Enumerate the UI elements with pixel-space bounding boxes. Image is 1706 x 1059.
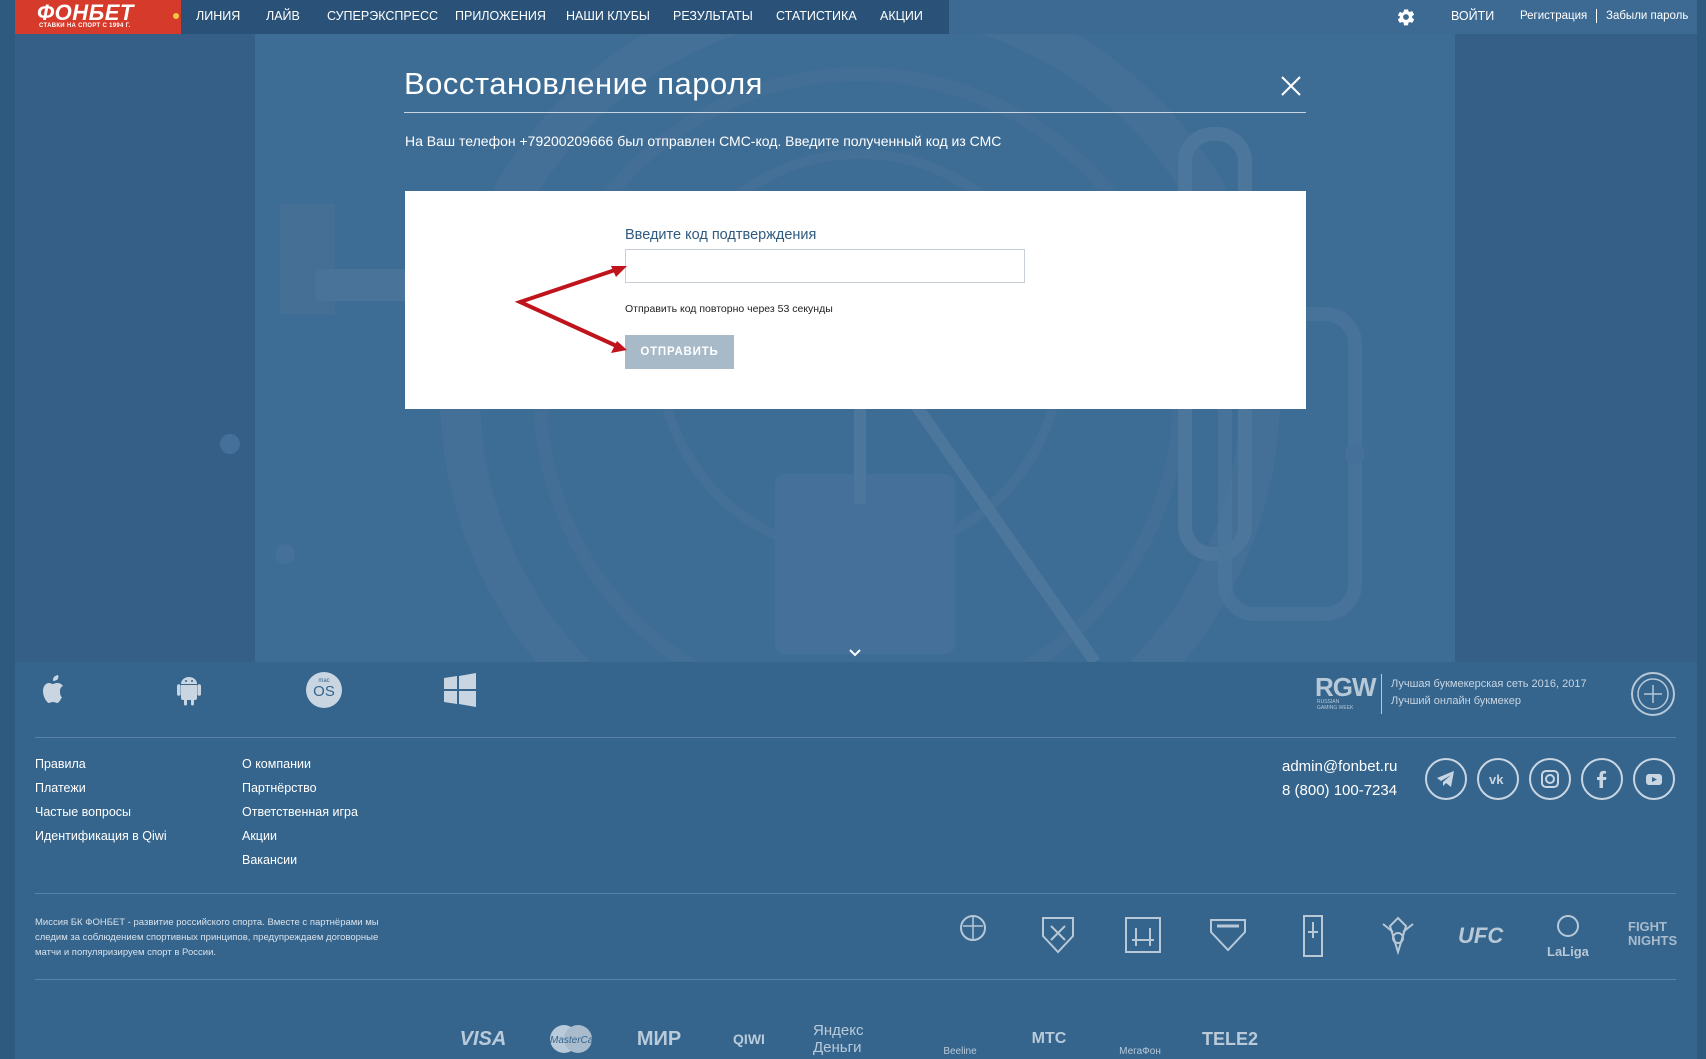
footer-link-partnership[interactable]: Партнёрство <box>242 781 317 795</box>
footer-link-rules[interactable]: Правила <box>35 757 86 771</box>
gear-icon[interactable] <box>1396 7 1416 27</box>
rgw-subtitle: RUSSIAN GAMING WEEK <box>1317 699 1354 711</box>
macos-icon[interactable]: mac OS <box>306 672 342 708</box>
vk-icon[interactable]: vk <box>1477 758 1519 800</box>
close-icon[interactable] <box>1280 75 1302 97</box>
euroleague-logo[interactable] <box>948 912 998 960</box>
qiwi-logo: QIWI <box>733 1031 765 1047</box>
logo-tagline: СТАВКИ НА СПОРТ С 1994 Г. <box>39 23 131 29</box>
youtube-icon[interactable] <box>1633 758 1675 800</box>
macos-label: OS <box>313 683 335 700</box>
fonbet-logo[interactable]: ФОНБЕТ СТАВКИ НА СПОРТ С 1994 Г. <box>15 0 181 34</box>
apple-icon[interactable] <box>36 672 72 708</box>
tele2-logo: TELE2 <box>1202 1028 1259 1049</box>
mts-logo: МТС <box>1031 1030 1067 1047</box>
footer-link-careers[interactable]: Вакансии <box>242 853 297 867</box>
contact-phone[interactable]: 8 (800) 100-7234 <box>1282 782 1397 799</box>
award-badge-icon <box>1631 672 1675 716</box>
windows-icon[interactable] <box>442 672 478 708</box>
footer-link-faq[interactable]: Частые вопросы <box>35 805 131 819</box>
resend-timer-text: Отправить код повторно через 53 секунды <box>625 303 833 315</box>
svg-text:LaLiga: LaLiga <box>1547 944 1590 959</box>
award-line-1: Лучшая букмекерская сеть 2016, 2017 <box>1391 678 1587 690</box>
footer-link-qiwi-id[interactable]: Идентификация в Qiwi <box>35 829 167 843</box>
svg-text:vk: vk <box>1489 772 1504 787</box>
header-divider <box>1596 9 1597 23</box>
instagram-icon[interactable] <box>1529 758 1571 800</box>
footer-link-responsible-gaming[interactable]: Ответственная игра <box>242 805 358 819</box>
contact-email[interactable]: admin@fonbet.ru <box>1282 758 1397 775</box>
mastercard-logo: MasterCard <box>544 1021 598 1057</box>
visa-logo: VISA <box>459 1027 507 1050</box>
footer-divider-2 <box>35 893 1676 894</box>
khl-logo[interactable] <box>1033 912 1083 960</box>
laliga-logo[interactable]: LaLiga <box>1543 912 1593 960</box>
svg-text:MasterCard: MasterCard <box>550 1035 598 1046</box>
megafon-logo: МегаФон <box>1119 1046 1161 1057</box>
footer-link-promotions[interactable]: Акции <box>242 829 277 843</box>
ufc-logo[interactable]: UFC <box>1458 912 1508 960</box>
code-field-label: Введите код подтверждения <box>625 227 817 243</box>
confirmation-code-input[interactable] <box>625 249 1025 283</box>
yandex-money-logo: Яндекс Деньги <box>813 1022 864 1056</box>
beeline-logo: Beeline <box>943 1046 977 1057</box>
nav-item-promos[interactable]: АКЦИИ <box>880 9 923 23</box>
nav-item-line[interactable]: ЛИНИЯ <box>196 9 240 23</box>
submit-button[interactable]: ОТПРАВИТЬ <box>625 335 734 369</box>
annotation-arrows <box>515 266 627 353</box>
footer-link-about[interactable]: О компании <box>242 757 311 771</box>
award-line-2: Лучший онлайн букмекер <box>1391 695 1521 707</box>
mission-statement: Миссия БК ФОНБЕТ - развитие российского … <box>35 917 379 958</box>
dialog-title: Восстановление пароля <box>404 66 763 101</box>
register-link[interactable]: Регистрация <box>1520 10 1587 22</box>
nav-item-superexpress[interactable]: СУПЕРЭКСПРЕСС <box>327 9 438 23</box>
facebook-icon[interactable] <box>1581 758 1623 800</box>
nav-item-results[interactable]: РЕЗУЛЬТАТЫ <box>673 9 753 23</box>
forgot-password-link[interactable]: Забыли пароль <box>1606 10 1688 22</box>
telegram-icon[interactable] <box>1425 758 1467 800</box>
rgw-divider <box>1381 674 1382 714</box>
dialog-divider <box>404 112 1306 113</box>
iihf-logo[interactable] <box>1288 912 1338 960</box>
nav-item-live[interactable]: ЛАЙВ <box>266 9 300 23</box>
rfs-logo[interactable] <box>1373 912 1423 960</box>
footer-link-payments[interactable]: Платежи <box>35 781 86 795</box>
android-icon[interactable] <box>171 672 207 708</box>
nav-item-apps[interactable]: ПРИЛОЖЕНИЯ <box>455 9 546 23</box>
mir-logo: МИР <box>636 1027 682 1050</box>
footer-divider-1 <box>35 737 1676 738</box>
footer-divider-3 <box>35 979 1676 980</box>
sms-sent-message: На Ваш телефон +79200209666 был отправле… <box>405 133 1002 149</box>
fonbet-ff-logo[interactable] <box>1118 912 1168 960</box>
fhr-logo[interactable] <box>1203 912 1253 960</box>
nav-item-statistics[interactable]: СТАТИСТИКА <box>776 9 857 23</box>
chevron-down-icon[interactable] <box>848 648 862 658</box>
login-link[interactable]: ВОЙТИ <box>1451 9 1494 23</box>
fight-nights-logo[interactable]: FIGHT NIGHTS <box>1628 912 1678 960</box>
logo-dot <box>173 13 179 19</box>
nav-item-clubs[interactable]: НАШИ КЛУБЫ <box>566 9 650 23</box>
